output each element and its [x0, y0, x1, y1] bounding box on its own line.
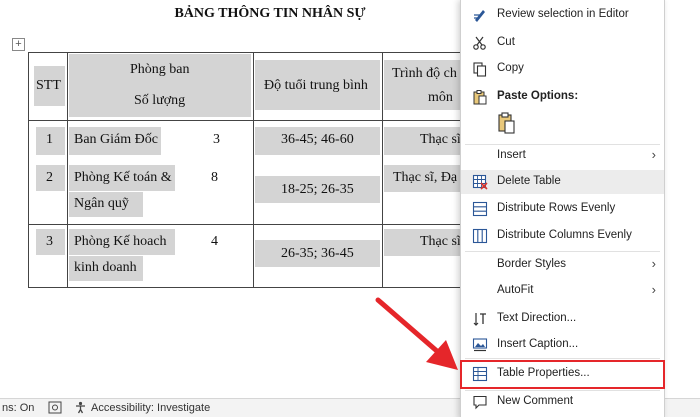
row2-department-line2: Ngân quỹ — [74, 196, 129, 211]
row3-department: Phòng Kế hoach — [74, 234, 167, 249]
table-border — [253, 52, 254, 288]
header-education-line2: môn — [428, 90, 453, 105]
accessibility-status[interactable]: Accessibility: Investigate — [91, 402, 210, 414]
chevron-right-icon: › — [651, 282, 656, 297]
chevron-right-icon: › — [651, 147, 656, 162]
row1-education: Thạc sĩ — [420, 132, 461, 147]
row2-department: Phòng Kế toán & — [74, 170, 172, 185]
menu-item-distribute-rows[interactable]: Distribute Rows Evenly — [461, 197, 664, 221]
clipboard-icon — [472, 89, 488, 105]
row3-age: 26-35; 36-45 — [281, 246, 354, 261]
menu-item-text-direction[interactable]: Text Direction... — [461, 307, 664, 331]
row3-department-line2: kinh doanh — [74, 260, 137, 275]
menu-separator — [465, 358, 660, 359]
table-properties-icon — [472, 366, 488, 382]
row1-count: 3 — [213, 132, 220, 147]
document-title: BẢNG THÔNG TIN NHÂN SỰ — [174, 6, 366, 21]
menu-item-paste-options: Paste Options: — [461, 85, 664, 109]
row2-age: 18-25; 26-35 — [281, 182, 354, 197]
row3-count: 4 — [211, 234, 218, 249]
row1-age: 36-45; 46-60 — [281, 132, 354, 147]
paste-keep-formatting-button[interactable] — [495, 111, 521, 137]
menu-item-insert-caption[interactable]: Insert Caption... — [461, 333, 664, 357]
row3-stt: 3 — [46, 234, 53, 249]
caption-icon — [472, 337, 488, 353]
comment-icon — [472, 394, 488, 410]
menu-item-table-properties[interactable]: Table Properties... — [460, 360, 665, 389]
table-border — [382, 52, 383, 288]
row2-stt: 2 — [46, 170, 53, 185]
table-border — [28, 287, 460, 288]
menu-item-autofit[interactable]: AutoFit › — [461, 279, 664, 303]
header-count: Số lượng — [134, 93, 186, 108]
distribute-columns-icon — [472, 228, 488, 244]
menu-item-review-editor[interactable]: Review selection in Editor — [461, 3, 664, 27]
header-age: Độ tuổi trung bình — [264, 78, 368, 93]
row1-department: Ban Giám Đốc — [74, 132, 158, 147]
row3-education: Thạc sĩ — [420, 234, 461, 249]
macro-recording-icon[interactable] — [48, 401, 62, 417]
delete-table-icon — [472, 174, 488, 190]
table-border — [28, 52, 460, 53]
menu-item-insert[interactable]: Insert › — [461, 144, 664, 168]
table-move-handle-icon[interactable]: + — [12, 38, 25, 51]
row2-count: 8 — [211, 170, 218, 185]
menu-item-new-comment[interactable]: New Comment — [461, 390, 664, 414]
editor-pen-icon — [472, 7, 488, 23]
header-stt: STT — [36, 78, 61, 93]
row2-education: Thạc sĩ, Đạ — [393, 170, 458, 185]
menu-item-delete-table[interactable]: Delete Table — [461, 170, 664, 194]
status-track-changes[interactable]: ns: On — [2, 402, 34, 414]
context-menu: Review selection in Editor Cut Copy Past… — [460, 0, 665, 417]
header-education: Trình độ ch — [392, 66, 457, 81]
table-border — [28, 120, 460, 121]
copy-icon — [472, 61, 488, 77]
chevron-right-icon: › — [651, 256, 656, 271]
text-direction-icon — [472, 311, 488, 327]
scissors-icon — [472, 35, 488, 51]
menu-item-distribute-columns[interactable]: Distribute Columns Evenly — [461, 224, 664, 248]
table-border — [67, 52, 68, 288]
menu-item-copy[interactable]: Copy — [461, 57, 664, 81]
menu-item-cut[interactable]: Cut — [461, 31, 664, 55]
row1-stt: 1 — [46, 132, 53, 147]
accessibility-icon[interactable] — [74, 401, 87, 417]
header-department: Phòng ban — [130, 62, 190, 77]
table-border — [28, 224, 460, 225]
menu-separator — [465, 251, 660, 252]
distribute-rows-icon — [472, 201, 488, 217]
menu-item-border-styles[interactable]: Border Styles › — [461, 253, 664, 277]
table-border — [28, 52, 29, 288]
paste-clipboard-icon — [498, 112, 515, 134]
